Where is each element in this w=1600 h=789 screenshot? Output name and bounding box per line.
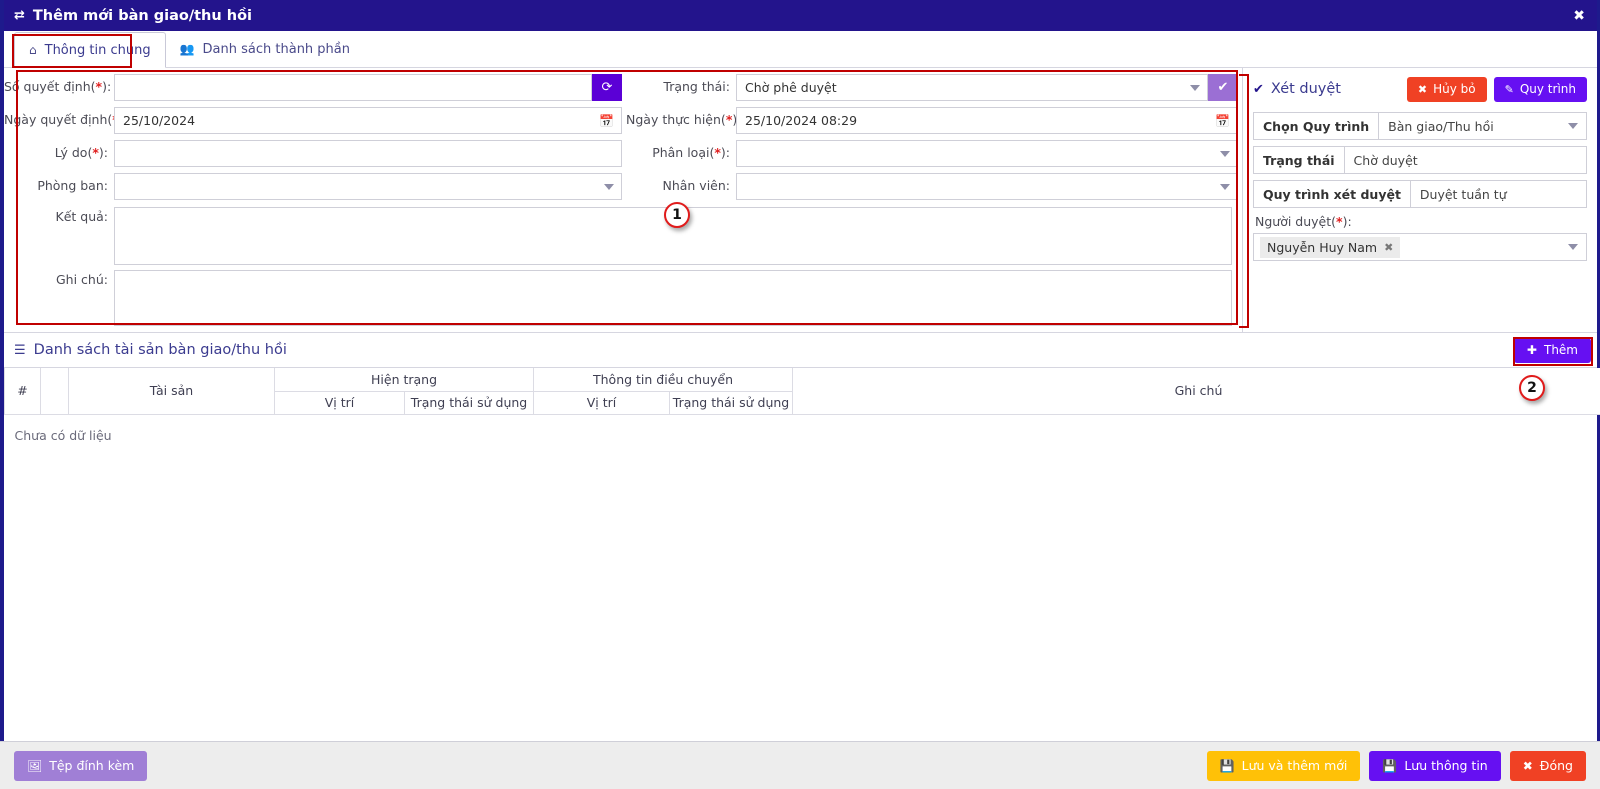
calendar-icon[interactable]: 📅 <box>1215 114 1230 128</box>
exchange-icon: ⇄ <box>14 8 25 23</box>
quy-trinh-xet-duyet-row: Quy trình xét duyệt Duyệt tuần tự <box>1253 180 1587 208</box>
label-ngay-quyet-dinh: Ngày quyết định(*): <box>4 112 128 128</box>
empty-message: Chưa có dữ liệu <box>14 427 112 443</box>
approval-header: ✔ Xét duyệt ✖ Hủy bỏ ✎ Quy trình <box>1253 76 1587 102</box>
approval-panel: ✔ Xét duyệt ✖ Hủy bỏ ✎ Quy trình Chọn Qu… <box>1242 68 1597 332</box>
label-nguoi-duyet: Người duyệt(*): <box>1255 214 1352 229</box>
label-ngay-thuc-hien: Ngày thực hiện(*): <box>626 112 741 128</box>
col-transfer-status: Trạng thái sử dụng <box>669 391 794 415</box>
annotation-marker-2: 2 <box>1519 375 1545 401</box>
label-phan-loai: Phân loại(*): <box>652 145 730 161</box>
trang-thai-value: Chờ duyệt <box>1344 146 1587 174</box>
page-title: Thêm mới bàn giao/thu hồi <box>32 7 253 24</box>
ghi-chu-textarea[interactable] <box>114 270 1232 326</box>
approval-title: ✔ Xét duyệt <box>1253 81 1341 97</box>
annotation-marker-1: 1 <box>664 202 690 228</box>
so-quyet-dinh-input[interactable] <box>114 74 592 101</box>
chevron-down-icon <box>1190 84 1200 91</box>
col-index: # <box>4 368 41 415</box>
trang-thai-row: Trạng thái Chờ duyệt <box>1253 146 1587 174</box>
label-phong-ban: Phòng ban: <box>37 178 108 194</box>
dong-button[interactable]: ✖ Đóng <box>1509 750 1586 781</box>
table-header-row-1: # Tài sản Hiện trạng Thông tin điều chuy… <box>4 368 1600 415</box>
luu-va-them-moi-button[interactable]: 💾 Lưu và thêm mới <box>1206 750 1361 781</box>
nguoi-duyet-tagbox[interactable]: Nguyễn Huy Nam ✖ <box>1253 233 1587 261</box>
quy-trinh-xet-duyet-label: Quy trình xét duyệt <box>1253 180 1411 208</box>
plus-icon: ✚ <box>1526 343 1537 357</box>
main-content: 1 Số quyết định(*): ⟳ Trạng thái: Chờ ph… <box>4 68 1597 332</box>
status-check-button[interactable]: ✔ <box>1208 74 1238 101</box>
general-info-form: 1 Số quyết định(*): ⟳ Trạng thái: Chờ ph… <box>4 68 1242 332</box>
tab-thong-tin-chung[interactable]: ⌂ Thông tin chung <box>14 32 166 68</box>
quy-trinh-xet-duyet-value: Duyệt tuần tự <box>1410 180 1587 208</box>
home-icon: ⌂ <box>29 43 37 57</box>
nhan-vien-select[interactable] <box>736 173 1238 200</box>
ly-do-input[interactable] <box>114 140 622 167</box>
label-trang-thai: Trạng thái: <box>663 79 730 95</box>
chevron-down-icon <box>604 183 614 190</box>
tep-dinh-kem-button[interactable]: 🖼 Tệp đính kèm <box>14 750 148 781</box>
approver-name: Nguyễn Huy Nam <box>1267 239 1378 255</box>
tab-danh-sach-thanh-phan[interactable]: 👥 Danh sách thành phần <box>165 31 365 67</box>
save-icon: 💾 <box>1382 758 1398 773</box>
label-ghi-chu: Ghi chú: <box>56 272 108 287</box>
footer-right-buttons: 💾 Lưu và thêm mới 💾 Lưu thông tin ✖ Đóng <box>1206 750 1586 781</box>
them-button[interactable]: ✚ Thêm <box>1513 337 1591 363</box>
col-note: Ghi chú <box>792 368 1600 415</box>
refresh-icon: ⟳ <box>601 80 613 95</box>
times-icon: ✖ <box>1522 758 1533 773</box>
col-blank <box>40 368 69 415</box>
list-icon: ☰ <box>14 342 26 358</box>
check-icon: ✔ <box>1253 81 1264 97</box>
remove-tag-icon[interactable]: ✖ <box>1384 241 1393 254</box>
tab-label: Danh sách thành phần <box>202 41 351 57</box>
col-group-hien-trang: Hiện trạng <box>273 368 535 392</box>
col-current-status: Trạng thái sử dụng <box>403 391 535 415</box>
trang-thai-label: Trạng thái <box>1253 146 1345 174</box>
quy-trinh-button[interactable]: ✎ Quy trình <box>1493 76 1587 102</box>
phong-ban-select[interactable] <box>114 173 622 200</box>
luu-thong-tin-button[interactable]: 💾 Lưu thông tin <box>1369 750 1501 781</box>
ngay-quyet-dinh-input[interactable]: 25/10/2024 📅 <box>114 107 622 134</box>
asset-section-header: ☰ Danh sách tài sản bàn giao/thu hồi ✚ T… <box>4 332 1597 368</box>
label-nhan-vien: Nhân viên: <box>662 178 730 194</box>
times-icon: ✖ <box>1417 82 1428 96</box>
label-so-quyet-dinh: Số quyết định(*): <box>4 79 112 95</box>
ngay-thuc-hien-input[interactable]: 25/10/2024 08:29 📅 <box>736 107 1238 134</box>
chevron-down-icon <box>1220 150 1230 157</box>
label-ket-qua: Kết quả: <box>55 209 109 224</box>
approver-tag: Nguyễn Huy Nam ✖ <box>1260 236 1401 258</box>
pencil-icon: ✎ <box>1504 82 1514 96</box>
chevron-down-icon <box>1220 183 1230 190</box>
trang-thai-select[interactable]: Chờ phê duyệt <box>736 74 1208 101</box>
chevron-down-icon <box>1568 244 1578 250</box>
col-current-location: Vị trí <box>274 391 405 415</box>
check-circle-icon: ✔ <box>1217 80 1229 95</box>
col-group-dieu-chuyen: Thông tin điều chuyển <box>533 368 794 392</box>
tab-bar: ⌂ Thông tin chung 👥 Danh sách thành phần <box>4 31 1597 68</box>
calendar-icon[interactable]: 📅 <box>599 114 614 128</box>
col-asset: Tài sản <box>68 368 275 415</box>
table-empty-row: Chưa có dữ liệu <box>5 414 1600 443</box>
tab-label: Thông tin chung <box>44 42 151 58</box>
refresh-button[interactable]: ⟳ <box>592 74 622 101</box>
label-ly-do: Lý do(*): <box>54 145 108 161</box>
image-icon: 🖼 <box>27 758 43 773</box>
asset-section-title: Danh sách tài sản bàn giao/thu hồi <box>33 342 287 358</box>
footer-action-bar: 🖼 Tệp đính kèm 💾 Lưu và thêm mới 💾 Lưu t… <box>0 741 1600 789</box>
col-transfer-location: Vị trí <box>533 391 671 415</box>
chevron-down-icon <box>1568 123 1578 129</box>
chon-quy-trinh-select[interactable]: Bàn giao/Thu hồi <box>1379 112 1587 140</box>
save-icon: 💾 <box>1219 758 1235 773</box>
window-titlebar: ⇄ Thêm mới bàn giao/thu hồi ✖ <box>4 0 1597 31</box>
close-icon[interactable]: ✖ <box>1573 8 1585 24</box>
huy-bo-button[interactable]: ✖ Hủy bỏ <box>1406 76 1487 102</box>
asset-table: # Tài sản Hiện trạng Thông tin điều chuy… <box>4 368 1600 443</box>
approval-buttons: ✖ Hủy bỏ ✎ Quy trình <box>1406 76 1587 102</box>
chon-quy-trinh-label: Chọn Quy trình <box>1253 112 1380 140</box>
chon-quy-trinh-row: Chọn Quy trình Bàn giao/Thu hồi <box>1253 112 1587 140</box>
phan-loai-select[interactable] <box>736 140 1238 167</box>
users-icon: 👥 <box>179 42 195 56</box>
